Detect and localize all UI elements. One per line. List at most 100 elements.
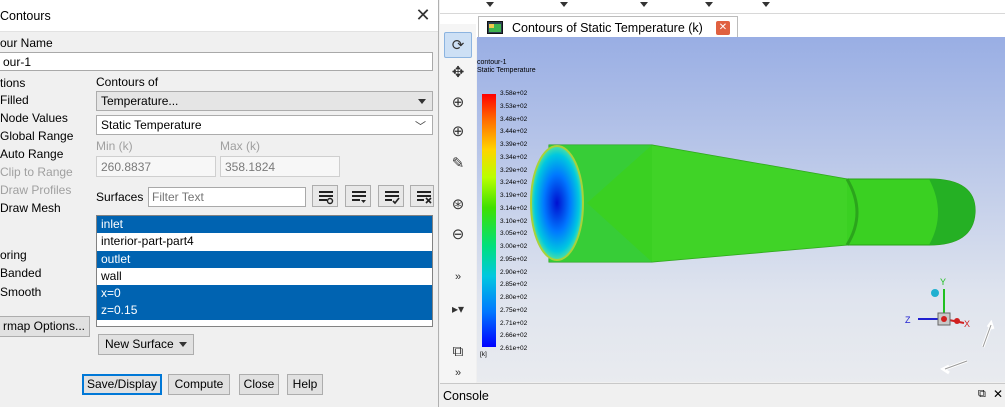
- restore-icon[interactable]: ⧉: [978, 388, 986, 401]
- help-button[interactable]: Help: [287, 374, 323, 395]
- surfaces-filter-input[interactable]: [148, 187, 306, 207]
- deselect-all-icon-button[interactable]: [410, 185, 434, 207]
- colorbar-tick-label: 3.14e+02: [500, 204, 528, 212]
- rotate-arrows-icon[interactable]: [939, 317, 999, 375]
- close-tab-icon[interactable]: ✕: [716, 21, 730, 35]
- axis-z-label: Z: [905, 315, 911, 325]
- contours-of-select[interactable]: Temperature...: [96, 91, 433, 111]
- colorbar-tick-label: 3.34e+02: [500, 153, 528, 161]
- console-panel: Console ⧉ ✕: [440, 383, 1005, 407]
- contours-of-sub-select[interactable]: Static Temperature ﹀: [96, 115, 433, 135]
- colorbar-tick-label: 3.29e+02: [500, 166, 528, 174]
- fit-icon[interactable]: ⊛: [444, 192, 472, 218]
- option-draw-profiles[interactable]: Draw Profiles: [0, 183, 71, 197]
- min-label: Min (k): [96, 139, 133, 153]
- colorbar-tick-label: 2.95e+02: [500, 255, 528, 263]
- colorbar-unit: [k]: [480, 351, 487, 358]
- list-item[interactable]: interior-part-part4: [97, 233, 432, 250]
- list-item[interactable]: wall: [97, 268, 432, 285]
- close-icon[interactable]: ✕: [412, 4, 434, 26]
- list-item[interactable]: z=0.15: [97, 302, 432, 320]
- expand-icon[interactable]: »: [444, 264, 472, 290]
- compute-button[interactable]: Compute: [168, 374, 230, 395]
- coloring-banded[interactable]: Banded: [0, 266, 41, 280]
- contour-name-input[interactable]: our-1: [0, 52, 433, 71]
- chevron-down-icon: ﹀: [415, 121, 426, 133]
- filter-select-icon-button[interactable]: [312, 185, 338, 207]
- min-field[interactable]: 260.8837: [96, 156, 216, 177]
- probe-icon[interactable]: ✎: [444, 151, 472, 177]
- new-surface-label: New Surface: [105, 337, 174, 351]
- dropdown-arrow-icon: [418, 99, 426, 104]
- dropdown-arrow-icon[interactable]: [486, 2, 494, 7]
- dropdown-arrow-icon[interactable]: [560, 2, 568, 7]
- option-clip-to-range[interactable]: Clip to Range: [0, 165, 73, 179]
- option-node-values[interactable]: Node Values: [0, 111, 68, 125]
- surfaces-label: Surfaces: [96, 190, 144, 204]
- option-auto-range[interactable]: Auto Range: [0, 147, 63, 161]
- top-toolbar-strip: [440, 0, 1005, 14]
- dropdown-arrow-icon: [179, 342, 187, 347]
- dropdown-arrow-icon[interactable]: [705, 2, 713, 7]
- surfaces-list[interactable]: inlet interior-part-part4 outlet wall x=…: [96, 215, 433, 327]
- dropdown-arrow-icon[interactable]: [640, 2, 648, 7]
- option-global-range[interactable]: Global Range: [0, 129, 73, 143]
- max-field[interactable]: 358.1824: [220, 156, 340, 177]
- close-icon[interactable]: ✕: [993, 387, 1003, 401]
- list-item[interactable]: inlet: [97, 216, 432, 234]
- contours-of-label: Contours of: [96, 75, 159, 89]
- colormap-options-button[interactable]: rmap Options...: [0, 316, 90, 337]
- new-surface-button[interactable]: New Surface: [98, 334, 194, 355]
- check-all-icon-button[interactable]: [378, 185, 404, 207]
- close-button[interactable]: Close: [239, 374, 279, 395]
- colorbar-tick-label: 2.61e+02: [500, 345, 528, 352]
- options-label: tions: [0, 76, 26, 90]
- dialog-title: Contours: [0, 9, 51, 23]
- dropdown-arrow-icon[interactable]: [762, 2, 770, 7]
- graphics-viewport[interactable]: contour-1 Static Temperature 3.58e+02 3.5…: [477, 37, 1005, 382]
- list-item[interactable]: outlet: [97, 250, 432, 268]
- max-label: Max (k): [220, 139, 260, 153]
- save-display-button[interactable]: Save/Display: [82, 374, 162, 395]
- pan-icon[interactable]: ✥: [444, 60, 472, 86]
- colorbar-tick-label: 2.66e+02: [500, 332, 528, 340]
- zoom-in-icon[interactable]: ⊕: [444, 90, 472, 116]
- coloring-smooth[interactable]: Smooth: [0, 285, 41, 299]
- rotate-icon[interactable]: ⟳: [444, 32, 472, 58]
- contours-of-sub-value: Static Temperature: [101, 118, 202, 132]
- list-down-icon: [352, 191, 366, 203]
- list-filter-icon: [319, 191, 334, 205]
- colorbar-tick-label: 3.24e+02: [500, 179, 528, 187]
- colorbar-tick-label: 2.90e+02: [500, 268, 528, 276]
- colorbar-tick-label: 2.75e+02: [500, 306, 528, 314]
- colorbar-tick-label: 2.71e+02: [500, 319, 528, 327]
- colorbar-tick-label: 3.58e+02: [500, 90, 528, 97]
- colorbar-tick-label: 3.10e+02: [500, 217, 528, 225]
- coloring-label: oring: [0, 248, 27, 262]
- plot-title-line-2: Static Temperature: [477, 67, 536, 74]
- plot-title: contour-1 Static Temperature: [477, 59, 536, 75]
- select-mode-icon[interactable]: ▸▾: [444, 296, 472, 322]
- list-clear-icon: [417, 191, 432, 204]
- contours-of-value: Temperature...: [101, 94, 179, 108]
- colorbar-tick-label: 2.80e+02: [500, 294, 528, 301]
- option-filled[interactable]: Filled: [0, 93, 29, 107]
- list-check-icon: [385, 191, 400, 205]
- zoom-out-icon[interactable]: ⊖: [444, 222, 472, 248]
- colorbar-tick-label: 3.19e+02: [500, 192, 528, 199]
- colorbar-tick-label: 3.00e+02: [500, 243, 528, 250]
- option-draw-mesh[interactable]: Draw Mesh: [0, 201, 61, 215]
- select-all-icon-button[interactable]: [345, 185, 371, 207]
- console-label: Console: [443, 389, 489, 403]
- zoom-box-icon[interactable]: ⊕: [444, 119, 472, 145]
- list-item[interactable]: x=0: [97, 285, 432, 303]
- colorbar-tick-label: 3.39e+02: [500, 141, 528, 148]
- colorbar-tick-label: 3.05e+02: [500, 230, 528, 238]
- colorbar-tick-label: 3.44e+02: [500, 128, 528, 136]
- tab-contours[interactable]: Contours of Static Temperature (k) ✕: [478, 16, 738, 38]
- axis-y-label: Y: [940, 277, 946, 287]
- colorbar-tick-label: 3.53e+02: [500, 102, 528, 110]
- temperature-contour-geometry: [530, 144, 976, 263]
- graphics-toolbar: ⟳ ✥ ⊕ ⊕ ✎ ⊛ ⊖ » ▸▾ ⧉ »: [440, 24, 476, 384]
- tab-title: Contours of Static Temperature (k): [512, 21, 703, 35]
